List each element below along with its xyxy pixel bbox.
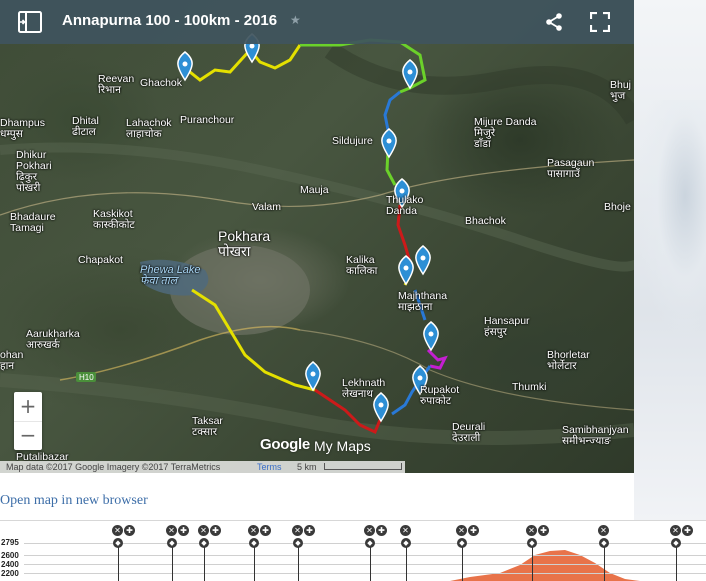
checkpoint-line	[254, 547, 255, 581]
attribution-text: Map data ©2017 Google Imagery ©2017 Terr…	[6, 462, 221, 472]
no-entry-icon: ✕	[598, 525, 609, 536]
mountain-backdrop	[636, 100, 706, 340]
place-label: Samibhanjyan समीभन्ज्याङ	[562, 424, 629, 447]
no-entry-icon: ✕	[166, 525, 177, 536]
no-entry-icon: ✕	[198, 525, 209, 536]
checkpoint-line	[532, 547, 533, 581]
place-label: Ghachok	[140, 77, 183, 89]
elevation-profile: 2795 2600 2400 2200 ✕ ✚ ◆ ✕ ✚ ◆ ✕ ✚ ◆ ✕ ✚ ◆ ✕ ✚ ◆ ✕ ✚ ◆ ✕ ◆…	[0, 520, 706, 581]
place-label: Bhuj भुज	[610, 79, 632, 102]
place-label: Thumki	[512, 381, 547, 393]
terms-link[interactable]: Terms	[257, 461, 282, 473]
aid-station-icon: ✚	[538, 525, 549, 536]
panel-toggle-icon[interactable]	[18, 11, 42, 33]
mymaps-logo: My Maps	[314, 438, 371, 454]
checkpoint-line	[604, 547, 605, 581]
page-background	[634, 0, 706, 520]
aid-station-icon: ✚	[260, 525, 271, 536]
zoom-in-button[interactable]: +	[14, 392, 42, 422]
aid-station-icon: ✚	[376, 525, 387, 536]
y-tick: 2200	[1, 569, 19, 578]
map-attribution-bar: Map data ©2017 Google Imagery ©2017 Terr…	[0, 461, 405, 473]
no-entry-icon: ✕	[400, 525, 411, 536]
y-tick: 2400	[1, 560, 19, 569]
y-tick: 2600	[1, 551, 19, 560]
place-label: Thulako Danda	[386, 194, 424, 217]
place-label: Lekhnath लेखनाथ	[342, 377, 386, 400]
aid-station-icon: ✚	[178, 525, 189, 536]
place-label: Aarukharka आरुखर्क	[26, 328, 80, 351]
place-label: Mijure Danda मिजुरे डाँडा	[474, 116, 537, 150]
route-blue-north	[383, 90, 401, 131]
place-label: Rupakot रुपाकोट	[420, 384, 460, 407]
place-label: Chapakot	[78, 254, 123, 266]
place-label: Taksar टक्सार	[192, 415, 223, 438]
checkpoint-line	[462, 547, 463, 581]
aid-station-icon: ✚	[304, 525, 315, 536]
checkpoint-line	[172, 547, 173, 581]
no-entry-icon: ✕	[364, 525, 375, 536]
aid-station-icon: ✚	[210, 525, 221, 536]
highway-label: H10	[79, 373, 94, 382]
place-label: Puranchour	[180, 114, 235, 126]
no-entry-icon: ✕	[526, 525, 537, 536]
place-label: Pasagaun पासागाउँ	[547, 157, 595, 180]
place-label: Pokhara पोखरा	[218, 228, 271, 259]
no-entry-icon: ✕	[670, 525, 681, 536]
fullscreen-icon[interactable]	[590, 12, 610, 32]
map-title: Annapurna 100 - 100km - 2016	[62, 12, 278, 29]
place-label: Majhthana माझठाना	[398, 290, 448, 313]
aid-station-icon: ✚	[468, 525, 479, 536]
place-label: Hansapur हंसपुर	[484, 315, 530, 338]
place-label: Kalika कालिका	[346, 254, 378, 277]
scale-label: 5 km	[297, 462, 317, 472]
zoom-out-button[interactable]: −	[14, 421, 42, 450]
map-embed[interactable]: Reevan रिभान Ghachok Lahachok लाहाचोक Dh…	[0, 0, 634, 473]
place-label: Kaskikot कास्कीकोट	[93, 208, 135, 231]
no-entry-icon: ✕	[248, 525, 259, 536]
place-label: Bhorletar भोर्लेटार	[547, 349, 590, 372]
place-label: Lahachok लाहाचोक	[126, 117, 172, 140]
place-label: Sildujure	[332, 135, 373, 147]
checkpoint-line	[370, 547, 371, 581]
checkpoint-line	[118, 547, 119, 581]
route-purple	[426, 348, 448, 370]
no-entry-icon: ✕	[292, 525, 303, 536]
place-label: Dhampus धम्पुस	[0, 117, 45, 140]
scale-bar	[324, 463, 402, 470]
star-icon[interactable]: ★	[290, 13, 301, 27]
zoom-control: + −	[14, 392, 42, 450]
place-label: Bhachok	[465, 215, 506, 227]
y-tick: 2795	[1, 538, 19, 547]
no-entry-icon: ✕	[456, 525, 467, 536]
aid-station-icon: ✚	[124, 525, 135, 536]
checkpoint-line	[406, 547, 407, 581]
place-label: Dhital ढीटाल	[72, 115, 99, 138]
place-label: ohan हान	[0, 349, 24, 372]
aid-station-icon: ✚	[682, 525, 693, 536]
map-title-bar: Annapurna 100 - 100km - 2016 ★	[0, 0, 634, 44]
place-label: Deurali देउराली	[452, 421, 486, 444]
checkpoint-line	[204, 547, 205, 581]
no-entry-icon: ✕	[112, 525, 123, 536]
place-label: Valam	[252, 201, 281, 213]
place-label: Bhadaure Tamagi	[10, 211, 56, 234]
open-map-link[interactable]: Open map in new browser	[0, 493, 148, 509]
checkpoint-line	[676, 547, 677, 581]
google-logo: Google	[260, 436, 310, 453]
map-terrain	[0, 33, 634, 445]
place-label: Mauja	[300, 184, 329, 196]
share-icon[interactable]	[544, 12, 564, 32]
place-label: Reevan रिभान	[98, 73, 135, 96]
place-label: Dhikur Pokhari ढिकुर पोखरी	[16, 149, 52, 194]
lake-label: Phewa Lake फेवा ताल	[140, 264, 201, 287]
route-yellow-north	[184, 44, 302, 82]
checkpoint-line	[298, 547, 299, 581]
place-label: Bhoje	[604, 201, 631, 213]
